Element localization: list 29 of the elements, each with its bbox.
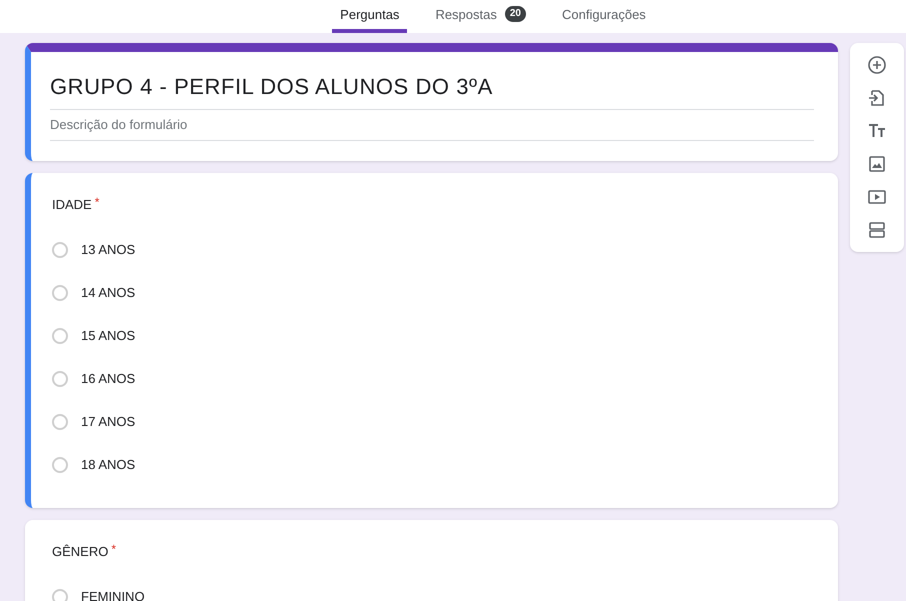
- question-title: GÊNERO: [52, 543, 108, 561]
- radio-button[interactable]: [52, 284, 68, 300]
- option-label: 18 ANOS: [81, 456, 136, 474]
- form-title[interactable]: GRUPO 4 - PERFIL DOS ALUNOS DO 3ºA: [50, 70, 814, 110]
- option-label: 13 ANOS: [81, 240, 136, 259]
- radio-button[interactable]: [52, 456, 68, 472]
- tab[interactable]: Perguntas: [332, 4, 408, 33]
- tab[interactable]: Configurações: [554, 4, 654, 33]
- tab[interactable]: Respostas 20: [427, 4, 534, 33]
- section-icon[interactable]: [867, 220, 887, 240]
- question-title: IDADE: [52, 196, 92, 214]
- radio-button[interactable]: [52, 242, 68, 258]
- import-icon[interactable]: [867, 88, 887, 108]
- image-icon[interactable]: [867, 154, 887, 174]
- video-icon[interactable]: [867, 187, 887, 207]
- question-card[interactable]: IDADE * 13 ANOS 14 ANOS 15 ANOS 16 ANOS 17 ANOS 18 ANOS: [25, 172, 838, 508]
- required-mark: *: [111, 541, 116, 558]
- count-badge: 20: [504, 6, 526, 22]
- radio-button[interactable]: [52, 414, 68, 430]
- option-label: 16 ANOS: [81, 370, 136, 388]
- radio-button[interactable]: [52, 328, 68, 344]
- radio-button[interactable]: [52, 370, 68, 386]
- add-icon[interactable]: [867, 55, 887, 75]
- required-mark: *: [94, 194, 100, 210]
- option-label: 15 ANOS: [81, 326, 136, 345]
- option-label: 14 ANOS: [81, 284, 136, 302]
- option-label: 17 ANOS: [81, 412, 136, 431]
- description-field[interactable]: Descrição do formulário: [50, 110, 814, 140]
- radio-button[interactable]: [52, 589, 68, 601]
